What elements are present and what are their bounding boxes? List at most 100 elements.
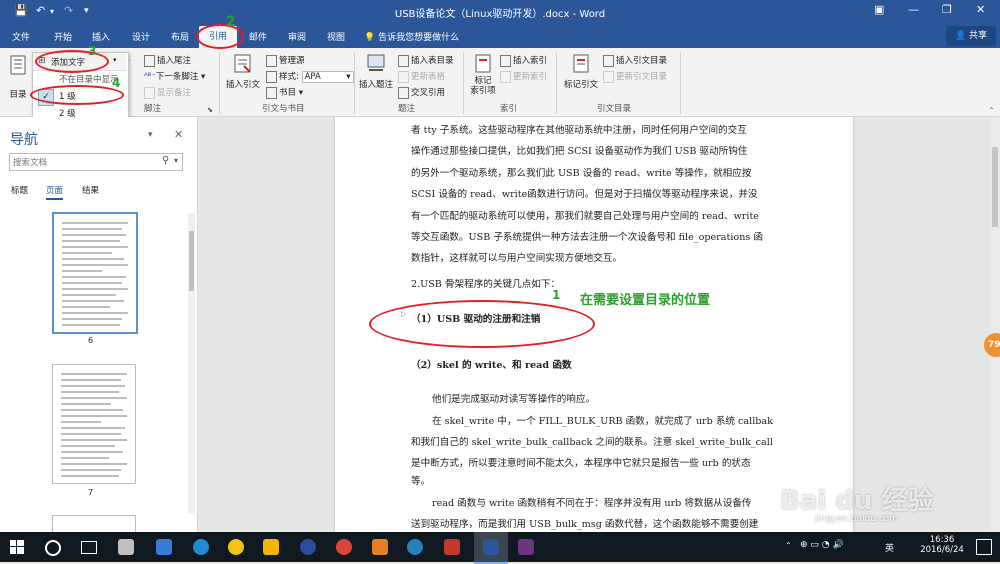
doc-scroll-thumb[interactable] (992, 147, 998, 227)
word-icon (483, 539, 499, 555)
manage-sources-button[interactable]: 管理源 (266, 54, 305, 67)
doc-paragraph-line: 是中断方式，所以要注意时间不能太久，本程序中它就只是报告一些 urb 的状态 (411, 458, 751, 469)
close-button[interactable]: ✕ (976, 3, 985, 16)
tab-review[interactable]: 审阅 (288, 30, 306, 43)
nav-tab-headings[interactable]: 标题 (11, 184, 28, 196)
page-thumbnail[interactable] (52, 364, 136, 484)
ribbon-display-icon[interactable]: ▣ (874, 3, 884, 16)
pdf-icon[interactable] (444, 539, 460, 555)
close-pane-icon[interactable]: ✕ (174, 128, 183, 141)
nav-tab-results[interactable]: 结果 (82, 184, 99, 196)
insert-toa-button[interactable]: 插入引文目录 (603, 54, 667, 67)
app-icon[interactable] (118, 539, 134, 555)
thumbnail-text-line (62, 234, 126, 236)
k-app-icon[interactable] (193, 539, 209, 555)
table-of-figures-icon (398, 54, 409, 67)
store-icon[interactable] (156, 539, 172, 555)
thumbnail-text-line (62, 324, 120, 326)
share-button[interactable]: 👤 共享 (946, 26, 996, 46)
insert-caption-button[interactable]: 插入题注 (356, 52, 396, 90)
page-number: 6 (88, 336, 94, 345)
restore-button[interactable]: ❐ (942, 3, 952, 16)
style-dropdown[interactable]: APA ▾ (301, 71, 354, 83)
insert-table-of-figures-button[interactable]: 插入表目录 (398, 54, 454, 67)
collapse-ribbon-icon[interactable]: ⌃ (988, 106, 995, 115)
update-index-button[interactable]: 更新索引 (500, 70, 547, 83)
nav-pane-title: 导航 (10, 132, 38, 148)
update-table-label: 更新表格 (411, 72, 446, 82)
mark-citation-button[interactable]: 标记引文 (560, 52, 602, 90)
footnotes-group-label: 脚注 (144, 104, 162, 114)
nav-scroll-thumb[interactable] (189, 231, 194, 291)
insert-caption-label: 插入题注 (358, 80, 393, 90)
update-toa-button[interactable]: 更新引文目录 (603, 70, 667, 83)
thumbnail-text-line (61, 403, 111, 405)
tab-mailings[interactable]: 邮件 (249, 30, 267, 43)
toc-button[interactable]: 目录 (4, 54, 32, 100)
show-notes-button[interactable]: 显示备注 (144, 86, 191, 99)
manage-sources-icon (266, 54, 277, 67)
doc-scrollbar[interactable] (990, 117, 1000, 532)
insert-index-button[interactable]: 插入索引 (500, 54, 547, 67)
task-view-icon[interactable] (81, 541, 97, 554)
tab-view[interactable]: 视图 (327, 30, 345, 43)
footnotes-launcher-icon[interactable]: ⬊ (207, 106, 213, 114)
title-bar: 💾 ↶ ▾ ↷ ▾ USB设备论文（Linux驱动开发）.docx - Word… (0, 0, 1000, 24)
next-footnote-button[interactable]: ᴬᴮ⁻下一条脚注 ▾ (144, 70, 205, 82)
tab-file[interactable]: 文件 (12, 30, 30, 43)
clock-time: 16:36 (929, 535, 955, 545)
thumbnail-text-line (62, 318, 122, 320)
style-value: APA (304, 72, 321, 82)
thumbnail-text-line (61, 439, 127, 441)
tab-insert[interactable]: 插入 (92, 30, 110, 43)
tray-icons[interactable]: ⊕ ▭ ◔ 🔊 (800, 540, 844, 550)
player-icon[interactable] (407, 539, 423, 555)
nav-scrollbar[interactable] (188, 213, 195, 513)
clock-date: 2016/6/24 (920, 545, 964, 555)
nav-tab-pages[interactable]: 页面 (46, 184, 64, 200)
page-thumbnail[interactable] (52, 212, 138, 334)
app-icon[interactable] (372, 539, 388, 555)
thumbnail-text-line (62, 306, 110, 308)
tab-design[interactable]: 设计 (132, 30, 150, 43)
input-language[interactable]: 英 (885, 541, 894, 554)
clock[interactable]: 16:36 2016/6/24 (918, 535, 966, 555)
eclipse-icon[interactable] (300, 539, 316, 555)
style-selector[interactable]: 样式: APA ▾ (266, 70, 354, 83)
search-options-icon[interactable]: ▾ (174, 156, 178, 165)
thumbnail-text-line (61, 463, 127, 465)
search-icon[interactable]: ⚲ (162, 155, 169, 166)
notifications-icon[interactable] (976, 539, 992, 555)
app-icon[interactable] (518, 539, 534, 555)
qq-icon[interactable] (228, 539, 244, 555)
mark-entry-button[interactable]: 标记 索引项 (466, 52, 500, 96)
cross-reference-icon (398, 86, 409, 99)
cross-reference-button[interactable]: 交叉引用 (398, 86, 445, 99)
insert-citation-button[interactable]: 插入引文 (224, 52, 262, 90)
document-area: 者 tty 子系统。这些驱动程序在其他驱动系统中注册，同时任何用户空间的交互 操… (198, 117, 1000, 532)
bibliography-button[interactable]: 书目 ▾ (266, 86, 303, 99)
doc-paragraph-line: 和我们自己的 skel_write_bulk_callback 之间的联系。注意… (411, 437, 773, 448)
folder-icon[interactable] (263, 539, 279, 555)
update-table-button[interactable]: 更新表格 (398, 70, 445, 83)
chrome-icon[interactable] (336, 539, 352, 555)
tell-me-box[interactable]: 💡 告诉我您想要做什么 (364, 30, 459, 43)
tab-home[interactable]: 开始 (54, 30, 72, 43)
tray-arrow-icon[interactable]: ⌃ (785, 541, 792, 550)
insert-endnote-button[interactable]: 插入尾注 (144, 54, 191, 67)
thumbnail-text-line (61, 433, 121, 435)
endnote-icon (144, 54, 155, 67)
search-placeholder: 搜索文档 (13, 158, 48, 168)
windows-start-icon[interactable] (10, 540, 24, 554)
tab-layout[interactable]: 布局 (171, 30, 189, 43)
word-taskbar-button[interactable] (474, 532, 508, 564)
bibliography-label: 书目 (279, 88, 297, 98)
pane-options-icon[interactable]: ▾ (148, 130, 153, 140)
search-document-input[interactable]: 搜索文档 ⚲ ▾ (9, 153, 183, 171)
doc-list-intro: 2.USB 骨架程序的关键几点如下： (411, 279, 561, 290)
search-circle-icon[interactable] (45, 540, 61, 556)
doc-paragraph-line: 者 tty 子系统。这些驱动程序在其他驱动系统中注册，同时任何用户空间的交互 (411, 125, 747, 136)
thumbnail-text-line (62, 246, 128, 248)
minimize-button[interactable]: — (908, 3, 919, 16)
thumbnail-text-line (61, 379, 121, 381)
